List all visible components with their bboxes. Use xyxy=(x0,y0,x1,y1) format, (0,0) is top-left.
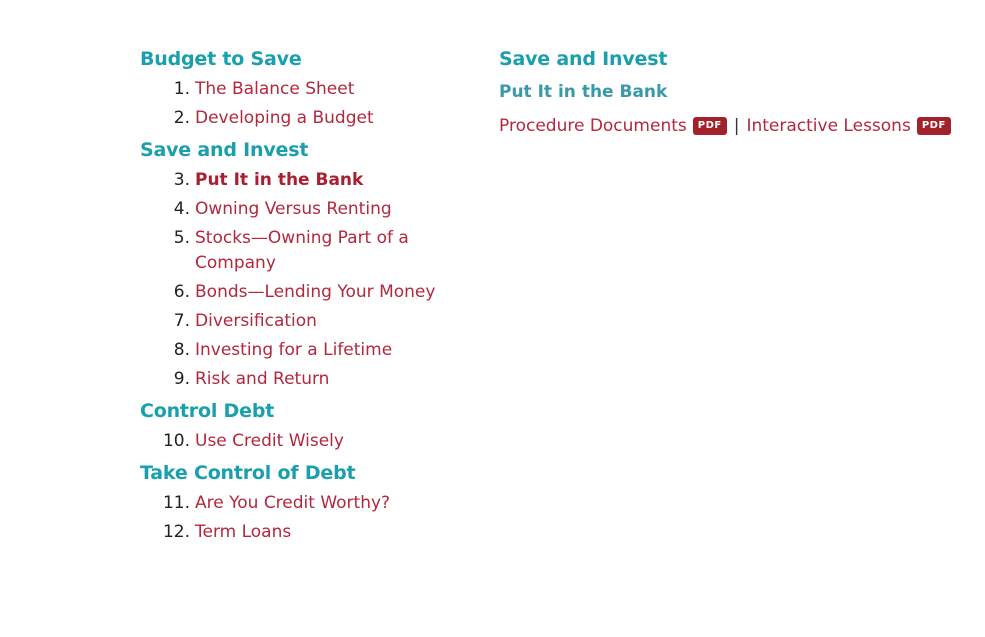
lesson-item: 10. Use Credit Wisely xyxy=(140,429,470,454)
lesson-item: 2. Developing a Budget xyxy=(140,106,470,131)
lesson-item: 8. Investing for a Lifetime xyxy=(140,338,470,363)
lesson-item: 11. Are You Credit Worthy? xyxy=(140,491,470,516)
lesson-link[interactable]: Stocks—Owning Part of a Company xyxy=(195,226,470,276)
resource-links: Procedure Documents PDF | Interactive Le… xyxy=(499,114,969,138)
lesson-number: 10. xyxy=(162,431,190,451)
section-title: Save and Invest xyxy=(140,139,309,161)
lesson-navigation: Budget to Save 1. The Balance Sheet 2. Dev… xyxy=(140,44,470,549)
section-title: Control Debt xyxy=(140,400,275,422)
section: Save and Invest 3. Put It in the Bank 4. O… xyxy=(140,135,470,392)
lesson-link[interactable]: Risk and Return xyxy=(195,367,329,392)
lesson-link[interactable]: Developing a Budget xyxy=(195,106,374,131)
lesson-item: 7. Diversification xyxy=(140,309,470,334)
detail-lesson-title: Put It in the Bank xyxy=(499,82,668,102)
lesson-link[interactable]: Term Loans xyxy=(195,520,291,545)
lesson-number: 9. xyxy=(173,369,190,389)
lesson-number: 6. xyxy=(173,282,190,302)
lesson-link[interactable]: Use Credit Wisely xyxy=(195,429,344,454)
lesson-number: 2. xyxy=(173,108,190,128)
procedure-documents-link[interactable]: Procedure Documents xyxy=(499,114,687,138)
interactive-lessons-link[interactable]: Interactive Lessons xyxy=(746,114,910,138)
detail-section-title: Save and Invest xyxy=(499,48,668,70)
lesson-item: 12. Term Loans xyxy=(140,520,470,545)
lesson-number: 11. xyxy=(162,493,190,513)
lesson-number: 8. xyxy=(173,340,190,360)
lesson-number: 4. xyxy=(173,199,190,219)
lesson-item: 4. Owning Versus Renting xyxy=(140,197,470,222)
lesson-number: 1. xyxy=(173,79,190,99)
section: Control Debt 10. Use Credit Wisely xyxy=(140,396,470,454)
section-title: Budget to Save xyxy=(140,48,302,70)
lesson-link[interactable]: The Balance Sheet xyxy=(195,77,354,102)
lesson-item: 3. Put It in the Bank xyxy=(140,168,470,193)
pdf-icon[interactable]: PDF xyxy=(916,117,951,135)
lesson-item: 9. Risk and Return xyxy=(140,367,470,392)
lesson-link[interactable]: Investing for a Lifetime xyxy=(195,338,392,363)
lesson-link[interactable]: Are You Credit Worthy? xyxy=(195,491,390,516)
lesson-number: 5. xyxy=(173,228,190,248)
lesson-item: 6. Bonds—Lending Your Money xyxy=(140,280,470,305)
lesson-item: 1. The Balance Sheet xyxy=(140,77,470,102)
separator: | xyxy=(733,116,740,136)
lesson-link[interactable]: Owning Versus Renting xyxy=(195,197,392,222)
lesson-link[interactable]: Bonds—Lending Your Money xyxy=(195,280,435,305)
lesson-link-current[interactable]: Put It in the Bank xyxy=(195,168,363,193)
section: Budget to Save 1. The Balance Sheet 2. Dev… xyxy=(140,44,470,131)
section-title: Take Control of Debt xyxy=(140,462,356,484)
lesson-detail: Save and Invest Put It in the Bank Proce… xyxy=(499,44,969,138)
lesson-number: 12. xyxy=(162,522,190,542)
lesson-link[interactable]: Diversification xyxy=(195,309,317,334)
section: Take Control of Debt 11. Are You Credit W… xyxy=(140,458,470,545)
pdf-icon[interactable]: PDF xyxy=(692,117,727,135)
lesson-item: 5. Stocks—Owning Part of a Company xyxy=(140,226,470,276)
lesson-number: 7. xyxy=(173,311,190,331)
lesson-number: 3. xyxy=(173,170,190,190)
